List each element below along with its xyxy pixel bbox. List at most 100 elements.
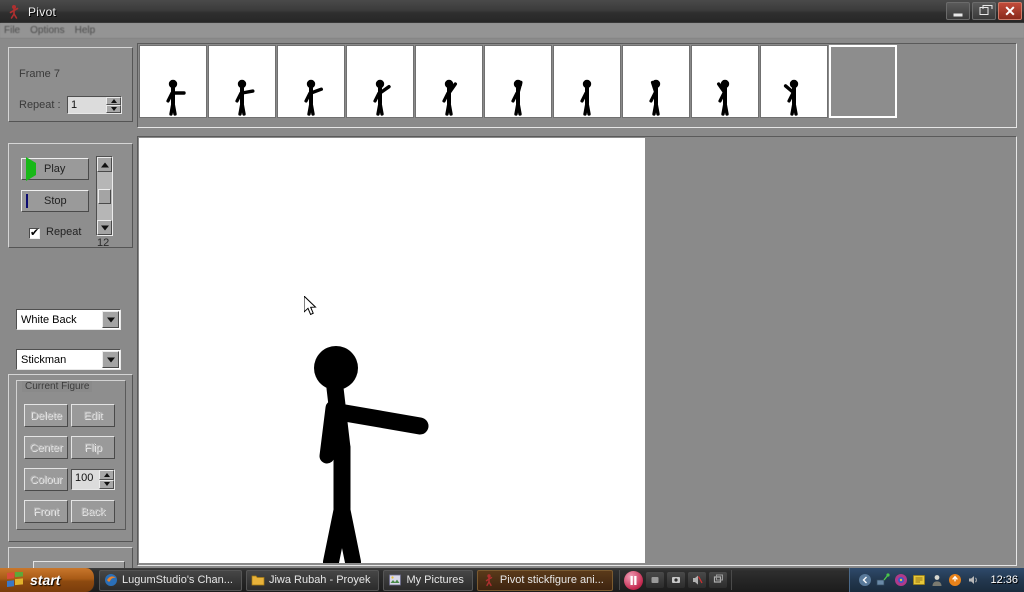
firefox-icon bbox=[104, 573, 118, 587]
network-icon[interactable] bbox=[876, 573, 891, 587]
filmstrip-frame-2[interactable] bbox=[208, 45, 276, 118]
start-label: start bbox=[30, 572, 61, 588]
pause-button[interactable] bbox=[623, 570, 643, 590]
menu-file[interactable]: File bbox=[4, 25, 20, 36]
taskbar: start LugumStudio's Chan... Jiwa Rubah -… bbox=[0, 568, 1024, 592]
filmstrip-track bbox=[139, 45, 898, 118]
taskbar-item-firefox[interactable]: LugumStudio's Chan... bbox=[99, 569, 242, 591]
background-select-value: White Back bbox=[21, 313, 77, 326]
windows-flag-icon bbox=[7, 570, 24, 588]
current-figure-legend: Current Figure bbox=[22, 381, 93, 392]
taskbar-clock: 12:36 bbox=[990, 574, 1018, 586]
figure-type-select-value: Stickman bbox=[21, 353, 67, 366]
play-label: Play bbox=[44, 163, 66, 175]
mute-button[interactable] bbox=[687, 572, 706, 588]
close-button[interactable]: ✕ bbox=[998, 2, 1022, 20]
filmstrip-frame-8[interactable] bbox=[622, 45, 690, 118]
playback-controls-panel: Play Stop Repeat 12 bbox=[8, 143, 133, 249]
filmstrip-frame-9[interactable] bbox=[691, 45, 759, 118]
pictures-folder-icon bbox=[388, 573, 402, 587]
repeat-stepper[interactable]: 1 bbox=[67, 96, 122, 114]
menu-options[interactable]: Options bbox=[30, 25, 64, 36]
media-player-deskband bbox=[618, 570, 732, 590]
show-hidden-icons-chevron[interactable] bbox=[858, 573, 872, 587]
repeat-count-label: Repeat : bbox=[19, 99, 61, 111]
application-body: Frame 7 Repeat : 1 Play Stop Repeat bbox=[0, 39, 1024, 592]
window-buttons: ✕ bbox=[946, 2, 1022, 20]
chevron-down-icon[interactable] bbox=[102, 351, 119, 368]
filmstrip-frame-6[interactable] bbox=[484, 45, 552, 118]
background-select[interactable]: White Back bbox=[16, 309, 121, 330]
stickman-icon bbox=[4, 3, 24, 21]
update-icon[interactable] bbox=[948, 573, 962, 587]
front-figure-button[interactable]: Front bbox=[24, 500, 68, 523]
speed-scroll-down-button[interactable] bbox=[97, 220, 112, 235]
filmstrip-frame-10[interactable] bbox=[760, 45, 828, 118]
colour-figure-button[interactable]: Colour bbox=[24, 468, 68, 491]
window-titlebar: Pivot ✕ bbox=[0, 0, 1024, 23]
mouse-cursor bbox=[303, 294, 318, 317]
play-icon bbox=[26, 156, 39, 181]
animation-canvas[interactable] bbox=[139, 138, 645, 563]
colour-decrement-button[interactable] bbox=[99, 479, 114, 489]
filmstrip-frame-7[interactable] bbox=[553, 45, 621, 118]
window-title: Pivot bbox=[28, 4, 57, 19]
stop-button[interactable]: Stop bbox=[21, 190, 89, 212]
speed-scroll-thumb[interactable] bbox=[98, 189, 111, 204]
system-tray: 12:36 bbox=[849, 568, 1024, 592]
filmstrip-frame-3[interactable] bbox=[277, 45, 345, 118]
back-figure-button[interactable]: Back bbox=[71, 500, 115, 523]
edit-figure-button[interactable]: Edit bbox=[71, 404, 115, 427]
frames-filmstrip[interactable] bbox=[137, 43, 1017, 128]
chevron-down-icon[interactable] bbox=[102, 311, 119, 328]
canvas-area bbox=[137, 136, 1017, 566]
center-figure-button[interactable]: Center bbox=[24, 436, 68, 459]
repeat-checkbox[interactable] bbox=[29, 226, 40, 239]
taskbar-item-label: My Pictures bbox=[406, 574, 464, 586]
frame-number-label: Frame 7 bbox=[19, 68, 60, 80]
user-icon[interactable] bbox=[930, 573, 944, 587]
delete-figure-button[interactable]: Delete bbox=[24, 404, 68, 427]
taskbar-item-my-pictures[interactable]: My Pictures bbox=[383, 569, 473, 591]
stickman-icon bbox=[482, 573, 496, 587]
repeat-checkbox-label: Repeat bbox=[46, 226, 82, 238]
repeat-stepper-buttons[interactable] bbox=[106, 97, 121, 113]
taskbar-item-folder[interactable]: Jiwa Rubah - Proyek bbox=[245, 569, 380, 591]
colour-value-stepper[interactable]: 100 bbox=[71, 469, 115, 490]
stop-label: Stop bbox=[44, 195, 67, 207]
menubar: File Options Help bbox=[0, 23, 1024, 39]
minimize-button[interactable] bbox=[946, 2, 970, 20]
speed-value: 12 bbox=[97, 237, 110, 249]
repeat-decrement-button[interactable] bbox=[106, 105, 121, 113]
filmstrip-frame-4[interactable] bbox=[346, 45, 414, 118]
notes-icon[interactable] bbox=[912, 573, 926, 587]
colour-stepper-buttons[interactable] bbox=[99, 470, 114, 489]
stop-button[interactable] bbox=[645, 572, 664, 588]
play-button[interactable]: Play bbox=[21, 156, 89, 181]
restore-player-button[interactable] bbox=[708, 572, 727, 588]
stop-icon bbox=[26, 193, 39, 208]
repeat-value: 1 bbox=[71, 99, 78, 111]
taskbar-item-label: Pivot stickfigure ani... bbox=[499, 574, 604, 586]
colour-value: 100 bbox=[75, 472, 94, 484]
taskbar-item-label: Jiwa Rubah - Proyek bbox=[268, 574, 371, 586]
taskbar-item-pivot[interactable]: Pivot stickfigure ani... bbox=[476, 569, 613, 591]
stickfigure-drawing bbox=[314, 346, 429, 563]
volume-icon[interactable] bbox=[966, 573, 980, 587]
colour-increment-button[interactable] bbox=[99, 470, 114, 480]
restore-button[interactable] bbox=[972, 2, 996, 20]
folder-icon bbox=[251, 573, 265, 587]
menu-help[interactable]: Help bbox=[75, 25, 96, 36]
filmstrip-empty-cell[interactable] bbox=[829, 45, 897, 118]
filmstrip-frame-5[interactable] bbox=[415, 45, 483, 118]
speed-scroll-up-button[interactable] bbox=[97, 157, 112, 172]
flip-figure-button[interactable]: Flip bbox=[71, 436, 115, 459]
speed-scrollbar[interactable] bbox=[96, 156, 113, 236]
repeat-increment-button[interactable] bbox=[106, 97, 121, 105]
figure-type-select[interactable]: Stickman bbox=[16, 349, 121, 370]
antivirus-icon[interactable] bbox=[894, 573, 908, 587]
start-button[interactable]: start bbox=[0, 568, 95, 592]
frame-info-panel: Frame 7 Repeat : 1 bbox=[8, 47, 133, 122]
filmstrip-frame-1[interactable] bbox=[139, 45, 207, 118]
next-button[interactable] bbox=[666, 572, 685, 588]
